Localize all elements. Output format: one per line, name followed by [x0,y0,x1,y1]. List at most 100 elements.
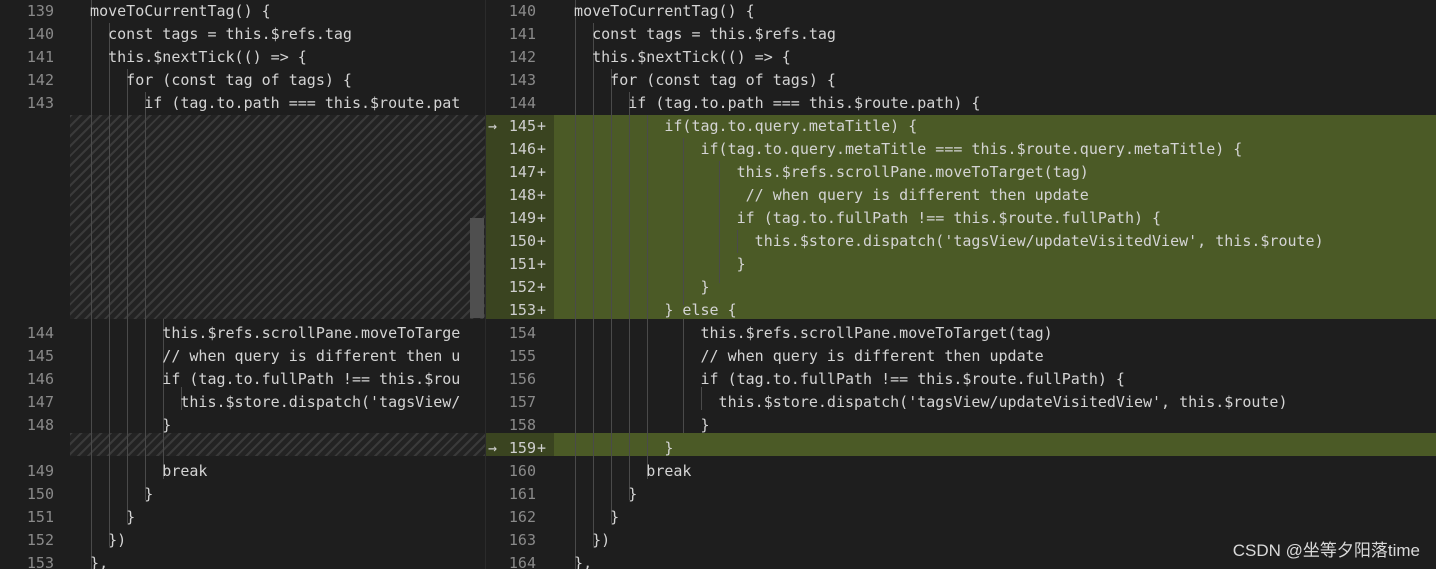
code-text: } [556,416,710,434]
code-text: // when query is different then update [556,347,1044,365]
right-code-line[interactable]: → 159 + } [486,437,1436,460]
code-text: } [72,416,172,434]
right-code-line[interactable]: 140 moveToCurrentTag() { [486,0,1436,23]
code-text: }) [556,531,611,549]
code-text: moveToCurrentTag() { [72,2,271,20]
right-code-line[interactable]: 143 for (const tag of tags) { [486,69,1436,92]
indent-guide [145,92,146,500]
right-code-line[interactable]: → 145 + if(tag.to.query.metaTitle) { [486,115,1436,138]
right-diff-pane: 140 moveToCurrentTag() {141 const tags =… [486,0,1436,569]
line-number: 145 [26,347,54,365]
line-number: 157 [508,393,536,411]
line-number: 149 [508,209,536,227]
code-text: if (tag.to.path === this.$route.path) { [556,94,981,112]
line-number: 149 [26,462,54,480]
right-code-line[interactable]: 146 + if(tag.to.query.metaTitle === this.… [486,138,1436,161]
left-code-line[interactable]: 151 } [0,506,486,529]
code-text: }, [556,554,593,569]
right-code-line[interactable]: 156 if (tag.to.fullPath !== this.$route.… [486,368,1436,391]
right-code-line[interactable]: 142 this.$nextTick(() => { [486,46,1436,69]
left-code-line[interactable]: 140 const tags = this.$refs.tag [0,23,486,46]
code-text: } [556,485,638,503]
right-code-line[interactable]: 151 + } [486,253,1436,276]
line-number: 158 [508,416,536,434]
line-number: 151 [508,255,536,273]
code-text: if(tag.to.query.metaTitle === this.$rout… [556,140,1243,158]
code-text: this.$store.dispatch('tagsView/ [72,393,461,411]
right-code-line[interactable]: 157 this.$store.dispatch('tagsView/updat… [486,391,1436,414]
right-code-line[interactable]: 147 + this.$refs.scrollPane.moveToTarget(… [486,161,1436,184]
right-code-line[interactable]: 141 const tags = this.$refs.tag [486,23,1436,46]
code-text: if (tag.to.fullPath !== this.$route.full… [556,370,1125,388]
code-text: const tags = this.$refs.tag [72,25,352,43]
left-code-line[interactable]: 152 }) [0,529,486,552]
line-number: 144 [26,324,54,342]
added-line-marker: + [537,439,547,457]
right-code-line[interactable]: 158 } [486,414,1436,437]
line-number: 147 [26,393,54,411]
line-number: 147 [508,163,536,181]
code-text: } [556,255,746,273]
left-code-line[interactable]: 146 if (tag.to.fullPath !== this.$rou [0,368,486,391]
right-code-line[interactable]: 161 } [486,483,1436,506]
right-code-line[interactable]: 149 + if (tag.to.fullPath !== this.$route… [486,207,1436,230]
line-number: 153 [508,301,536,319]
scrollbar-thumb[interactable] [470,218,484,318]
right-code-line[interactable]: 162 } [486,506,1436,529]
right-code-line[interactable]: 154 this.$refs.scrollPane.moveToTarget(t… [486,322,1436,345]
added-line-marker: + [537,163,547,181]
left-code-line[interactable]: 141 this.$nextTick(() => { [0,46,486,69]
line-number: 156 [508,370,536,388]
code-text: this.$nextTick(() => { [72,48,307,66]
code-text: } [556,278,710,296]
right-code-line[interactable]: 160 break [486,460,1436,483]
left-code-line[interactable]: 142 for (const tag of tags) { [0,69,486,92]
line-number: 142 [508,48,536,66]
added-line-marker: + [537,186,547,204]
line-number: 148 [26,416,54,434]
left-code-line[interactable]: 153 }, [0,552,486,569]
line-number: 162 [508,508,536,526]
left-code-line[interactable]: 147 this.$store.dispatch('tagsView/ [0,391,486,414]
line-number: 143 [26,94,54,112]
left-code-line[interactable]: 150 } [0,483,486,506]
left-code-line[interactable]: 149 break [0,460,486,483]
line-number: 144 [508,94,536,112]
line-number: 141 [26,48,54,66]
code-text: this.$store.dispatch('tagsView/updateVis… [556,232,1324,250]
left-code-line[interactable]: 139 moveToCurrentTag() { [0,0,486,23]
code-text: moveToCurrentTag() { [556,2,755,20]
right-code-line[interactable]: 148 + // when query is different then upd… [486,184,1436,207]
line-number: 139 [26,2,54,20]
line-number: 150 [508,232,536,250]
code-text: for (const tag of tags) { [556,71,836,89]
added-line-marker: + [537,278,547,296]
added-line-marker: + [537,255,547,273]
added-line-marker: + [537,301,547,319]
right-code-line[interactable]: 144 if (tag.to.path === this.$route.path… [486,92,1436,115]
code-text: if(tag.to.query.metaTitle) { [556,117,918,135]
code-text: this.$refs.scrollPane.moveToTarget(tag) [556,324,1053,342]
code-text: break [556,462,692,480]
left-code-line[interactable]: 145 // when query is different then u [0,345,486,368]
left-code-line[interactable]: 144 this.$refs.scrollPane.moveToTarge [0,322,486,345]
code-text: } else { [556,301,737,319]
code-text: // when query is different then u [72,347,461,365]
line-number: 163 [508,531,536,549]
left-code-line[interactable]: 148 } [0,414,486,437]
line-number: 160 [508,462,536,480]
right-code-line[interactable]: 153 + } else { [486,299,1436,322]
code-text: }) [72,531,127,549]
line-number: 140 [508,2,536,20]
right-code-line[interactable]: 155 // when query is different then upda… [486,345,1436,368]
code-text: } [72,508,136,526]
line-number: 159 [508,439,536,457]
line-number: 151 [26,508,54,526]
added-line-marker: + [537,209,547,227]
line-number: 148 [508,186,536,204]
line-number: 153 [26,554,54,569]
code-text: break [72,462,208,480]
right-code-line[interactable]: 152 + } [486,276,1436,299]
right-code-line[interactable]: 150 + this.$store.dispatch('tagsView/upda… [486,230,1436,253]
left-code-line[interactable]: 143 if (tag.to.path === this.$route.pat [0,92,486,115]
